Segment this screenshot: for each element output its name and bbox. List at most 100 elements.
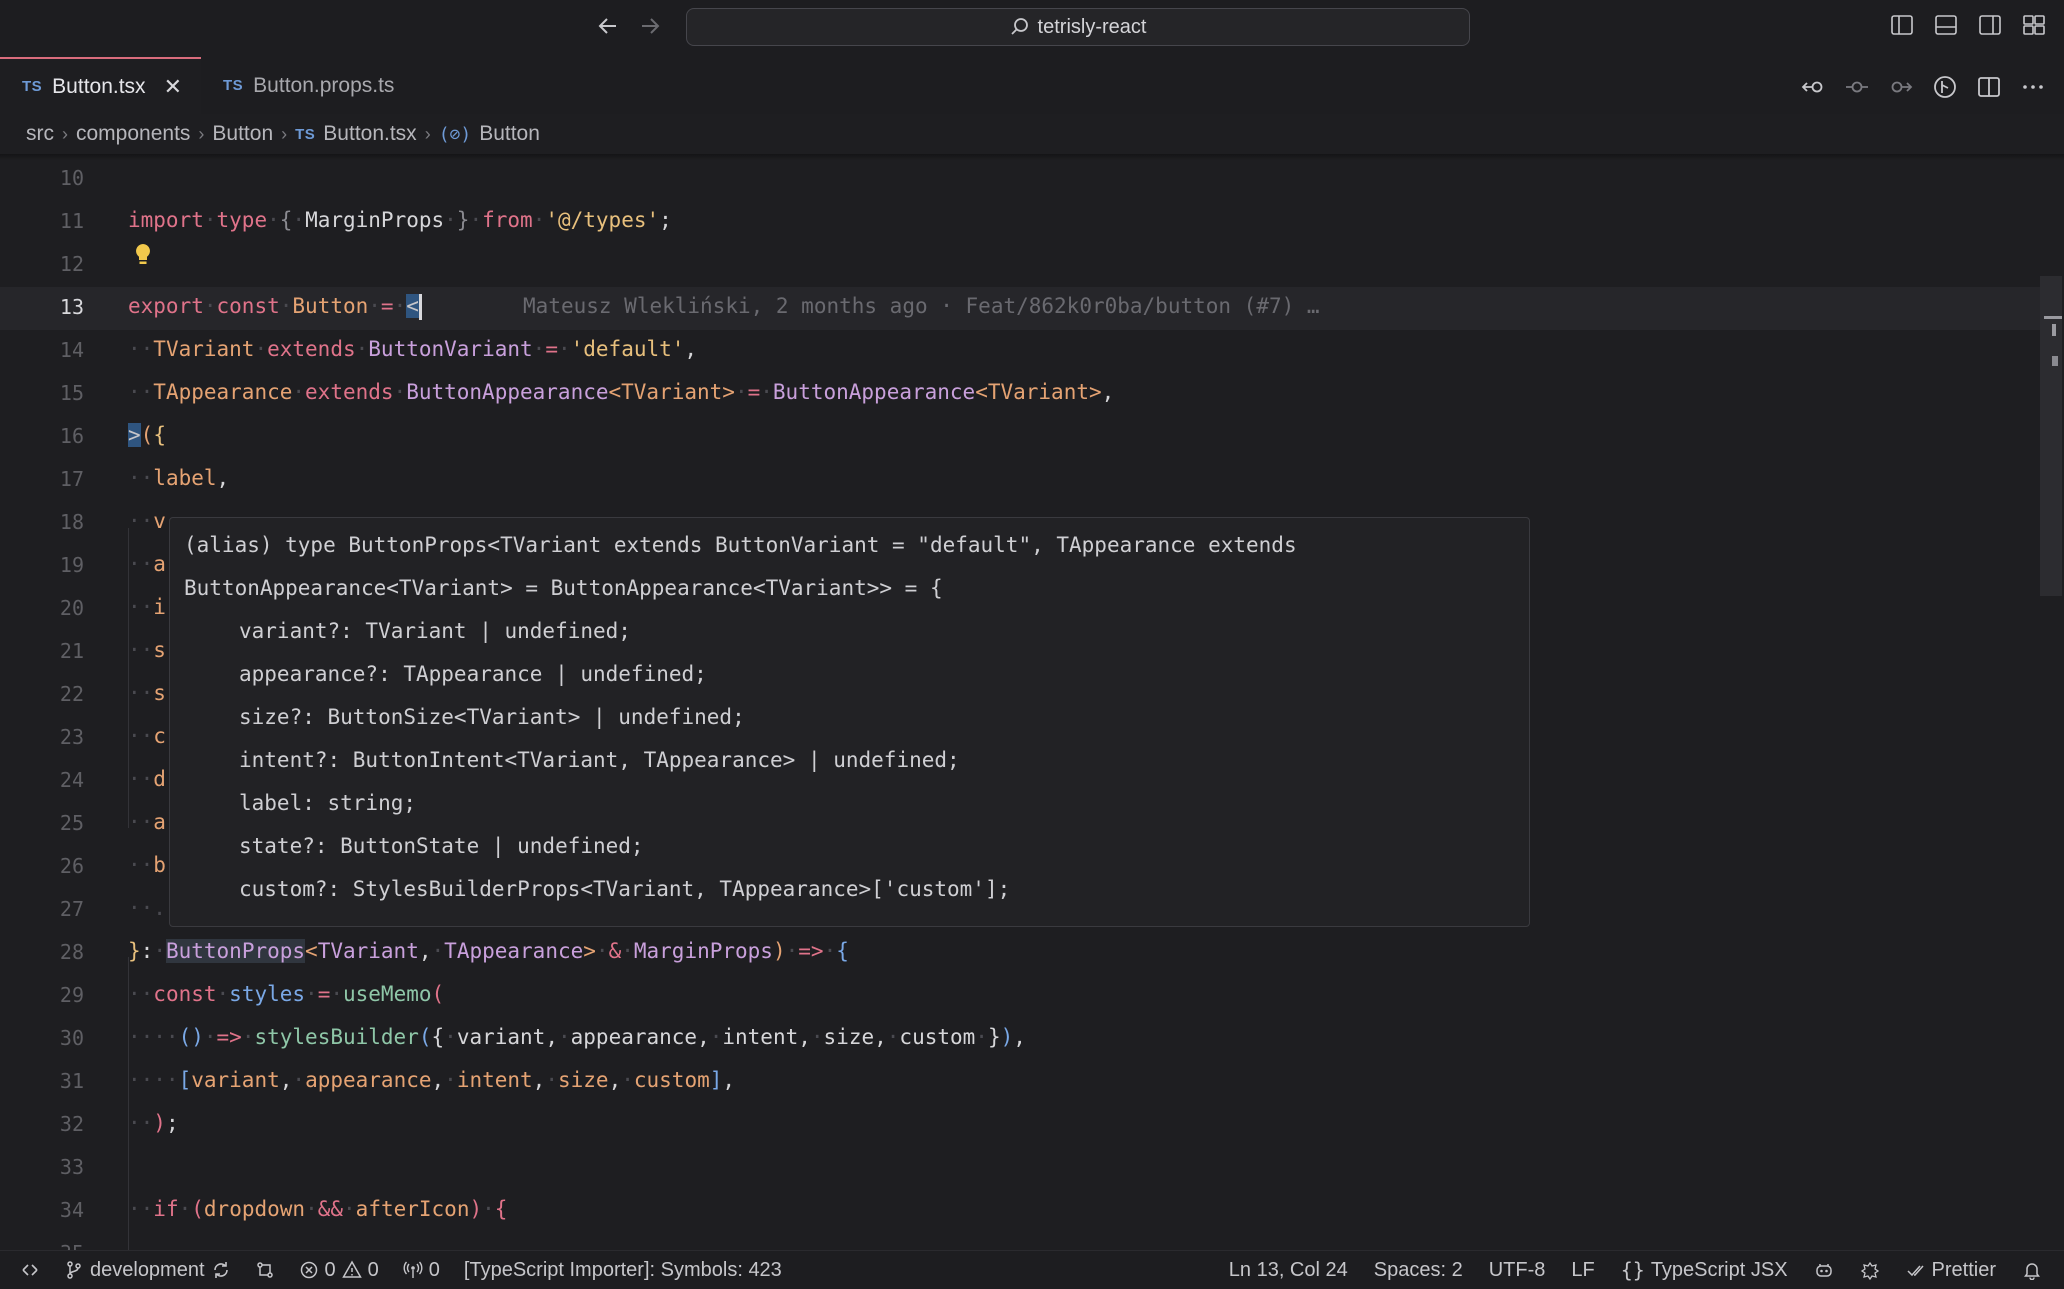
typescript-file-icon: TS: [22, 78, 43, 95]
command-center-search[interactable]: tetrisly-react: [686, 8, 1470, 46]
error-count: 0: [324, 1258, 336, 1281]
text-cursor: [418, 294, 422, 320]
code-line[interactable]: 31 ····[variant,·appearance,·intent,·size…: [0, 1061, 2040, 1104]
braces-icon: {}: [1620, 1258, 1645, 1282]
remote-indicator[interactable]: [20, 1251, 40, 1289]
breadcrumb-item[interactable]: Button: [479, 122, 540, 146]
breadcrumb-item[interactable]: Button.tsx: [323, 122, 416, 146]
ports-count: 0: [428, 1258, 440, 1281]
notifications-status[interactable]: [2022, 1251, 2042, 1289]
editor-actions: [1800, 74, 2046, 100]
warning-count: 0: [367, 1258, 379, 1281]
end-of-line: LF: [1571, 1258, 1595, 1281]
language-mode: TypeScript JSX: [1650, 1258, 1788, 1281]
git-commit-icon[interactable]: [1844, 74, 1870, 100]
code-line[interactable]: 12: [0, 244, 2040, 287]
line-number: 10: [59, 166, 84, 190]
scrollbar-marker: [2052, 324, 2056, 336]
eol-status[interactable]: LF: [1571, 1251, 1594, 1289]
line-number: 35: [0, 1241, 84, 1250]
customize-layout-icon[interactable]: [2022, 13, 2046, 37]
scrollbar-cursor-marker: [2044, 316, 2062, 319]
line-number: 29: [59, 983, 84, 1007]
search-icon: [1010, 18, 1028, 35]
code-line[interactable]: 34 ··if·(dropdown·&&·afterIcon)·{: [0, 1190, 2040, 1233]
typescript-importer-status[interactable]: [TypeScript Importer]: Symbols: 423: [464, 1251, 782, 1289]
line-number: 34: [59, 1198, 84, 1222]
code-line[interactable]: 11 import·type·{·MarginProps·}·from·'@/ty…: [0, 201, 2040, 244]
code-line[interactable]: 30 ····()·=>·stylesBuilder({·variant,·app…: [0, 1018, 2040, 1061]
lightbulb-icon[interactable]: [133, 242, 153, 268]
copilot-icon: [1815, 1264, 1832, 1277]
code-line[interactable]: 32 ··);: [0, 1104, 2040, 1147]
toggle-panel-icon[interactable]: [1934, 13, 1958, 37]
tab-label: Button.tsx: [52, 74, 146, 98]
arrow-right-icon[interactable]: [636, 14, 664, 42]
typescript-file-icon: TS: [295, 125, 316, 143]
line-number: 22: [59, 682, 84, 706]
line-number: 32: [59, 1112, 84, 1136]
code-line[interactable]: 15 ··TAppearance·extends·ButtonAppearance…: [0, 373, 2040, 416]
bell-icon: [2024, 1263, 2040, 1280]
prettier-status[interactable]: Prettier: [1906, 1251, 1996, 1289]
type-hover-popup[interactable]: (alias) type ButtonProps<TVariant extend…: [169, 517, 1530, 927]
code-line[interactable]: 35: [0, 1233, 2040, 1250]
breadcrumb-item[interactable]: Button: [212, 122, 273, 146]
chevron-right-icon: ›: [198, 123, 205, 144]
code-line[interactable]: 28}:·ButtonProps<TVariant,·TAppearance>·…: [0, 932, 2040, 975]
toggle-primary-sidebar-icon[interactable]: [1890, 13, 1914, 37]
code-line[interactable]: 14 ··TVariant·extends·ButtonVariant·=·'de…: [0, 330, 2040, 373]
hover-property-line: state?: ButtonState | undefined;: [239, 834, 644, 858]
git-graph-status[interactable]: [255, 1251, 275, 1289]
layout-controls: [1890, 13, 2046, 37]
breadcrumb-item[interactable]: src: [26, 122, 54, 146]
scrollbar-marker: [2052, 356, 2058, 366]
open-changes-next-icon[interactable]: [1888, 74, 1914, 100]
line-number: 11: [59, 209, 84, 233]
close-icon[interactable]: ✕: [164, 74, 182, 100]
line-number: 33: [59, 1155, 84, 1179]
bug-icon: [1860, 1261, 1879, 1280]
hover-property-line: label: string;: [239, 791, 417, 815]
sync-icon[interactable]: [211, 1260, 231, 1280]
cursor-position: Ln 13, Col 24: [1228, 1258, 1348, 1281]
copilot-status[interactable]: [1814, 1251, 1834, 1289]
git-blame-annotation[interactable]: Mateusz Wlekliński, 2 months ago · Feat/…: [523, 294, 1320, 318]
problems-status[interactable]: 0 0: [299, 1251, 379, 1289]
language-mode-status[interactable]: {} TypeScript JSX: [1621, 1251, 1788, 1289]
branch-name: development: [90, 1258, 205, 1281]
line-number: 14: [59, 338, 84, 362]
line-number: 31: [59, 1069, 84, 1093]
tab-button-props-ts[interactable]: TS Button.props.ts: [201, 57, 441, 114]
code-line[interactable]: 10: [0, 160, 2040, 201]
more-actions-icon[interactable]: [2020, 74, 2046, 100]
line-number: 25: [59, 811, 84, 835]
tab-button-tsx[interactable]: TS Button.tsx ✕: [0, 57, 201, 114]
line-number: 21: [59, 639, 84, 663]
breadcrumb-item[interactable]: components: [76, 122, 190, 146]
git-branch-status[interactable]: development: [64, 1251, 231, 1289]
debug-status[interactable]: [1860, 1251, 1880, 1289]
code-line[interactable]: 33: [0, 1147, 2040, 1190]
code-line-current[interactable]: 13 export·const·Button·=·< Mateusz Wlekli…: [0, 287, 2040, 330]
encoding: UTF-8: [1488, 1258, 1546, 1281]
line-number: 18: [59, 510, 84, 534]
ports-status[interactable]: 0: [403, 1251, 440, 1289]
code-line[interactable]: 16 >({: [0, 416, 2040, 459]
hover-property-line: variant?: TVariant | undefined;: [239, 619, 631, 643]
cursor-position-status[interactable]: Ln 13, Col 24: [1229, 1251, 1348, 1289]
warning-icon: [341, 1260, 362, 1278]
arrow-left-icon[interactable]: [594, 14, 622, 42]
encoding-status[interactable]: UTF-8: [1489, 1251, 1546, 1289]
title-bar: tetrisly-react: [0, 0, 2064, 58]
vertical-scrollbar[interactable]: [2040, 276, 2062, 596]
line-number: 19: [59, 553, 84, 577]
toggle-secondary-sidebar-icon[interactable]: [1978, 13, 2002, 37]
split-editor-icon[interactable]: [1976, 74, 2002, 100]
hover-property-line: size?: ButtonSize<TVariant> | undefined;: [239, 705, 745, 729]
open-changes-previous-icon[interactable]: [1800, 74, 1826, 100]
code-line[interactable]: 29 ··const·styles·=·useMemo(: [0, 975, 2040, 1018]
timeline-icon[interactable]: [1932, 74, 1958, 100]
code-line[interactable]: 17 ··label,: [0, 459, 2040, 502]
indentation-status[interactable]: Spaces: 2: [1374, 1251, 1463, 1289]
